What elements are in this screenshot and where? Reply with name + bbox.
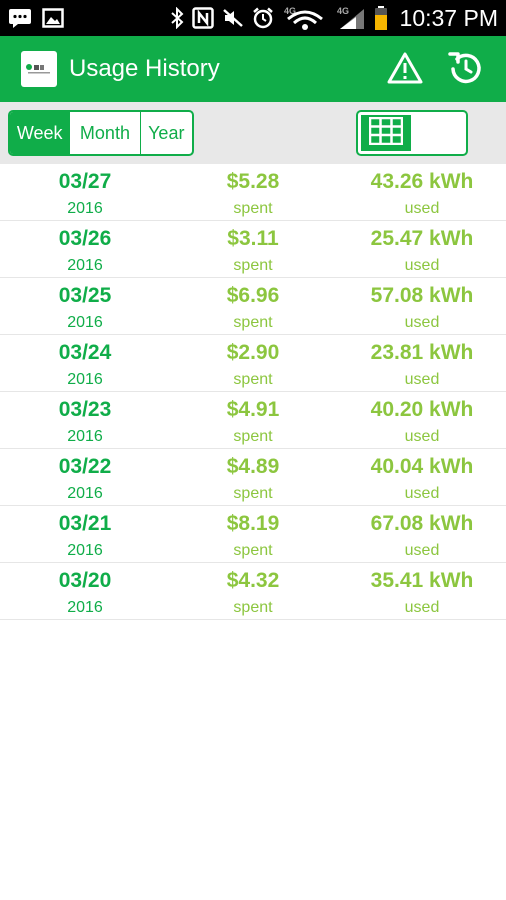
usage-row[interactable]: 03/27 2016 $5.28 spent 43.26 kWh used [0, 164, 506, 221]
row-energy: 25.47 kWh [370, 227, 474, 250]
row-energy: 40.04 kWh [370, 455, 474, 478]
usage-row[interactable]: 03/24 2016 $2.90 spent 23.81 kWh used [0, 335, 506, 392]
system-icons: 4G 4G 10:37 PM [170, 0, 498, 36]
row-energy-label: used [404, 428, 440, 445]
page-title: Usage History [69, 55, 220, 82]
row-energy: 23.81 kWh [370, 341, 474, 364]
usage-row[interactable]: 03/20 2016 $4.32 spent 35.41 kWh used [0, 563, 506, 620]
filter-toolbar: Week Month Year [0, 102, 506, 164]
row-energy-label: used [404, 599, 440, 616]
row-date: 03/22 [58, 455, 112, 478]
status-bar: 4G 4G 10:37 PM [0, 0, 506, 36]
warning-button[interactable] [386, 52, 424, 88]
table-grid-icon [368, 116, 404, 150]
row-date: 03/24 [58, 341, 112, 364]
row-cost: $6.96 [226, 284, 280, 307]
row-year: 2016 [67, 371, 103, 388]
usage-history-list: 03/27 2016 $5.28 spent 43.26 kWh used 03… [0, 164, 506, 620]
row-cost-label: spent [233, 542, 273, 559]
row-cost-label: spent [233, 257, 273, 274]
bluetooth-icon [170, 7, 184, 29]
refresh-icon [447, 49, 485, 92]
row-energy-label: used [404, 200, 440, 217]
usage-row[interactable]: 03/26 2016 $3.11 spent 25.47 kWh used [0, 221, 506, 278]
row-energy: 40.20 kWh [370, 398, 474, 421]
period-selector: Week Month Year [8, 110, 194, 156]
mute-icon [222, 7, 244, 29]
usage-row[interactable]: 03/23 2016 $4.91 spent 40.20 kWh used [0, 392, 506, 449]
row-cost-label: spent [233, 599, 273, 616]
row-energy-label: used [404, 314, 440, 331]
refresh-button[interactable] [446, 50, 486, 90]
row-cost: $5.28 [226, 170, 280, 193]
row-cost-label: spent [233, 485, 273, 502]
row-cost: $4.89 [226, 455, 280, 478]
row-year: 2016 [67, 485, 103, 502]
row-energy: 35.41 kWh [370, 569, 474, 592]
row-year: 2016 [67, 428, 103, 445]
row-cost: $4.32 [226, 569, 280, 592]
row-cost: $2.90 [226, 341, 280, 364]
row-date: 03/27 [58, 170, 112, 193]
row-cost: $4.91 [226, 398, 280, 421]
messages-icon [8, 7, 32, 29]
row-year: 2016 [67, 542, 103, 559]
view-mode-toggle[interactable] [356, 110, 468, 156]
signal-icon: 4G [336, 5, 366, 31]
tab-year[interactable]: Year [141, 112, 192, 154]
row-cost-label: spent [233, 428, 273, 445]
tab-month[interactable]: Month [70, 112, 139, 154]
row-year: 2016 [67, 200, 103, 217]
notification-icons [0, 7, 64, 29]
row-year: 2016 [67, 314, 103, 331]
usage-row[interactable]: 03/25 2016 $6.96 spent 57.08 kWh used [0, 278, 506, 335]
alarm-icon [252, 7, 274, 29]
usage-row[interactable]: 03/22 2016 $4.89 spent 40.04 kWh used [0, 449, 506, 506]
row-cost-label: spent [233, 200, 273, 217]
toggle-knob [361, 115, 411, 151]
warning-icon [387, 51, 423, 90]
network-label-2: 4G [337, 6, 349, 16]
row-cost-label: spent [233, 371, 273, 388]
clock-time: 10:37 PM [399, 4, 498, 31]
row-cost-label: spent [233, 314, 273, 331]
tab-week[interactable]: Week [10, 112, 70, 154]
row-date: 03/26 [58, 227, 112, 250]
nfc-icon [191, 7, 214, 29]
app-logo-icon [21, 51, 57, 87]
app-bar: Usage History [0, 36, 506, 102]
row-date: 03/21 [58, 512, 112, 535]
row-energy-label: used [404, 257, 440, 274]
row-date: 03/20 [58, 569, 112, 592]
wifi-4g-icon: 4G [282, 5, 328, 31]
row-energy-label: used [404, 542, 440, 559]
row-energy-label: used [404, 485, 440, 502]
row-year: 2016 [67, 257, 103, 274]
row-energy: 43.26 kWh [370, 170, 474, 193]
row-energy: 67.08 kWh [370, 512, 474, 535]
battery-icon [374, 5, 388, 31]
row-cost: $8.19 [226, 512, 280, 535]
row-year: 2016 [67, 599, 103, 616]
usage-row[interactable]: 03/21 2016 $8.19 spent 67.08 kWh used [0, 506, 506, 563]
row-date: 03/25 [58, 284, 112, 307]
row-energy-label: used [404, 371, 440, 388]
image-icon [42, 8, 64, 28]
row-energy: 57.08 kWh [370, 284, 474, 307]
row-cost: $3.11 [227, 227, 279, 250]
row-date: 03/23 [58, 398, 112, 421]
